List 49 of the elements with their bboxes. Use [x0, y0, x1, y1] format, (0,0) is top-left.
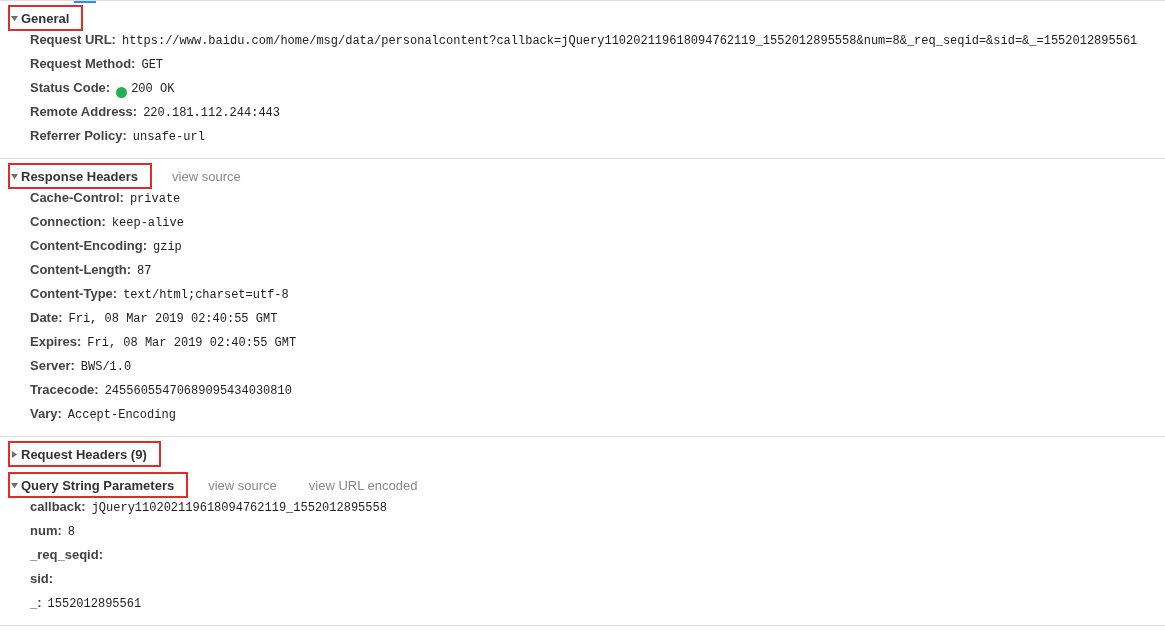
- caret-right-icon[interactable]: [11, 450, 18, 458]
- header-name: num:: [30, 523, 62, 538]
- header-name: Date:: [30, 310, 63, 325]
- header-name: Cache-Control:: [30, 190, 124, 205]
- view-link[interactable]: view URL encoded: [308, 477, 418, 493]
- view-link[interactable]: view source: [172, 168, 241, 184]
- section-title[interactable]: General: [21, 10, 70, 26]
- header-value: unsafe-url: [132, 130, 205, 144]
- header-name: Connection:: [30, 214, 106, 229]
- header-value: text/html;charset=utf-8: [123, 288, 289, 302]
- header-value: 8: [67, 525, 75, 539]
- header-name: sid:: [30, 571, 54, 586]
- header-name: Referrer Policy:: [30, 128, 127, 143]
- header-name: Request URL:: [30, 32, 116, 47]
- header-name: Expires:: [30, 334, 82, 349]
- view-link[interactable]: view source: [208, 477, 277, 493]
- header-name: Server:: [30, 358, 75, 373]
- header-name: Vary:: [30, 406, 62, 421]
- section-title[interactable]: Request Headers (9): [21, 446, 147, 462]
- header-value: 220.181.112.244:443: [143, 106, 280, 120]
- section-title[interactable]: Query String Parameters: [21, 477, 175, 493]
- caret-down-icon[interactable]: [11, 14, 18, 22]
- header-value: jQuery110202119618094762119_1552012895558: [91, 501, 387, 515]
- caret-down-icon[interactable]: [11, 172, 18, 180]
- header-value: gzip: [153, 240, 182, 254]
- header-name: callback:: [30, 499, 86, 514]
- header-name: Content-Type:: [30, 286, 118, 301]
- header-value: Fri, 08 Mar 2019 02:40:55 GMT: [68, 312, 278, 326]
- header-value: 87: [137, 264, 152, 278]
- header-name: _req_seqid:: [30, 547, 103, 562]
- section-title[interactable]: Response Headers: [21, 168, 139, 184]
- header-value: BWS/1.0: [80, 360, 132, 374]
- header-name: Tracecode:: [30, 382, 99, 397]
- header-value: private: [129, 192, 181, 206]
- header-name: Status Code:: [30, 80, 111, 95]
- header-name: Remote Address:: [30, 104, 138, 119]
- header-name: Content-Encoding:: [30, 238, 147, 253]
- header-value: 24556055470689095434030810: [104, 384, 292, 398]
- header-name: _:: [30, 595, 42, 610]
- header-value: Fri, 08 Mar 2019 02:40:55 GMT: [87, 336, 297, 350]
- header-value: 1552012895561: [47, 597, 142, 611]
- caret-down-icon[interactable]: [11, 481, 18, 489]
- header-name: Request Method:: [30, 56, 136, 71]
- header-value: https://www.baidu.com/home/msg/data/personalcontent?callback=jQuery110202119618094762119_1552012895558&num=8&_req_seqid=&sid=&_=1552012895561: [121, 34, 1138, 48]
- header-name: Content-Length:: [30, 262, 132, 277]
- header-value: keep-alive: [111, 216, 184, 230]
- header-value: GET: [141, 58, 164, 72]
- header-value: Accept-Encoding: [67, 408, 176, 422]
- header-value: 200 OK: [131, 82, 175, 96]
